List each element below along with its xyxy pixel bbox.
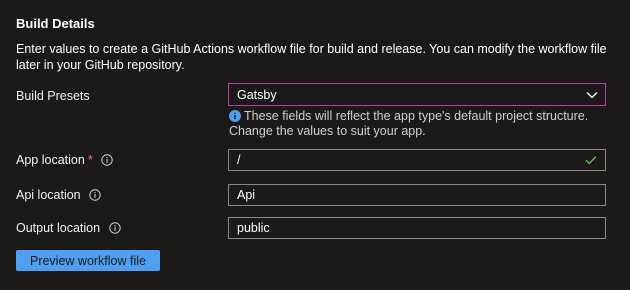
build-presets-dropdown[interactable]: Gatsby (228, 83, 606, 106)
checkmark-icon (585, 155, 597, 165)
build-presets-hint-text: These fields will reflect the app type's… (229, 109, 589, 138)
api-location-input[interactable]: Api (228, 184, 606, 206)
app-location-value: / (237, 153, 241, 167)
app-location-label: App location * (16, 153, 114, 167)
build-presets-label-text: Build Presets (16, 89, 90, 103)
info-filled-icon (229, 110, 241, 122)
chevron-down-icon (586, 91, 598, 99)
output-location-input[interactable]: public (228, 217, 606, 239)
app-location-input[interactable]: / (228, 149, 606, 171)
app-location-label-text: App location (16, 153, 85, 167)
info-icon[interactable] (108, 222, 121, 235)
info-icon[interactable] (101, 154, 114, 167)
output-location-value: public (237, 221, 270, 235)
output-location-label: Output location (16, 221, 121, 235)
api-location-value: Api (237, 188, 256, 202)
build-presets-label: Build Presets (16, 89, 90, 103)
api-location-label: Api location (16, 188, 102, 202)
output-location-label-text: Output location (16, 221, 101, 235)
info-icon[interactable] (89, 189, 102, 202)
api-location-label-text: Api location (16, 188, 81, 202)
section-description: Enter values to create a GitHub Actions … (16, 42, 607, 72)
build-details-panel: Build Details Enter values to create a G… (0, 0, 630, 290)
build-presets-selected-value: Gatsby (237, 87, 277, 102)
build-presets-hint: These fields will reflect the app type's… (229, 109, 609, 139)
preview-workflow-file-button[interactable]: Preview workflow file (16, 250, 160, 271)
section-title: Build Details (16, 16, 95, 31)
required-marker: * (87, 153, 93, 167)
